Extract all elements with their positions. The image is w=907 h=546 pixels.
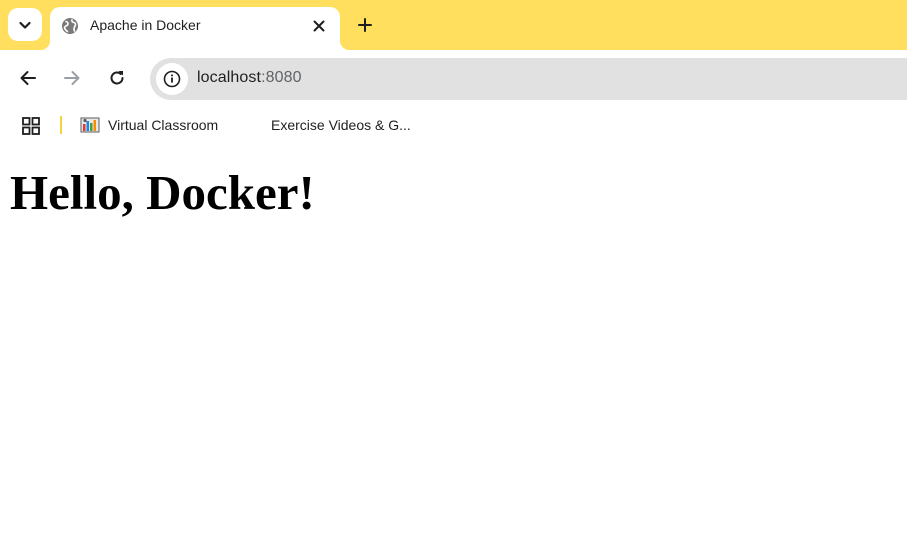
bookmarks-bar: Virtual Classroom Exercise Videos & G... — [0, 106, 907, 144]
tab-strip: Apache in Docker — [0, 0, 907, 50]
reload-button[interactable] — [103, 64, 131, 92]
browser-toolbar: localhost:8080 — [0, 50, 907, 106]
back-arrow-icon — [20, 71, 36, 85]
bookmarks-divider — [60, 116, 62, 134]
globe-icon — [62, 18, 78, 34]
url-text[interactable]: localhost:8080 — [197, 69, 302, 87]
page-content: Hello, Docker! — [0, 144, 907, 546]
close-tab-button[interactable] — [309, 16, 329, 36]
back-button[interactable] — [14, 64, 42, 92]
info-icon — [163, 70, 181, 88]
tab-search-button[interactable] — [8, 8, 42, 41]
site-info-button[interactable] — [156, 63, 188, 95]
forward-button[interactable] — [58, 64, 86, 92]
chevron-down-icon — [19, 21, 31, 29]
bookmark-exercise-videos[interactable]: Exercise Videos & G... — [271, 106, 411, 144]
address-bar[interactable]: localhost:8080 — [150, 58, 907, 100]
classroom-icon — [80, 117, 100, 133]
bookmark-virtual-classroom[interactable]: Virtual Classroom — [80, 106, 218, 144]
url-host: localhost — [197, 69, 262, 86]
forward-arrow-icon — [64, 71, 80, 85]
active-tab[interactable]: Apache in Docker — [40, 7, 350, 50]
plus-icon — [358, 18, 372, 32]
url-port: :8080 — [261, 69, 302, 86]
reload-icon — [110, 71, 124, 85]
new-tab-button[interactable] — [350, 10, 380, 40]
tab-title: Apache in Docker — [90, 17, 201, 33]
apps-grid-icon[interactable] — [20, 115, 42, 137]
bookmark-label: Exercise Videos & G... — [271, 117, 411, 133]
page-heading: Hello, Docker! — [10, 165, 315, 220]
bookmark-label: Virtual Classroom — [108, 117, 219, 133]
close-icon — [313, 20, 325, 32]
